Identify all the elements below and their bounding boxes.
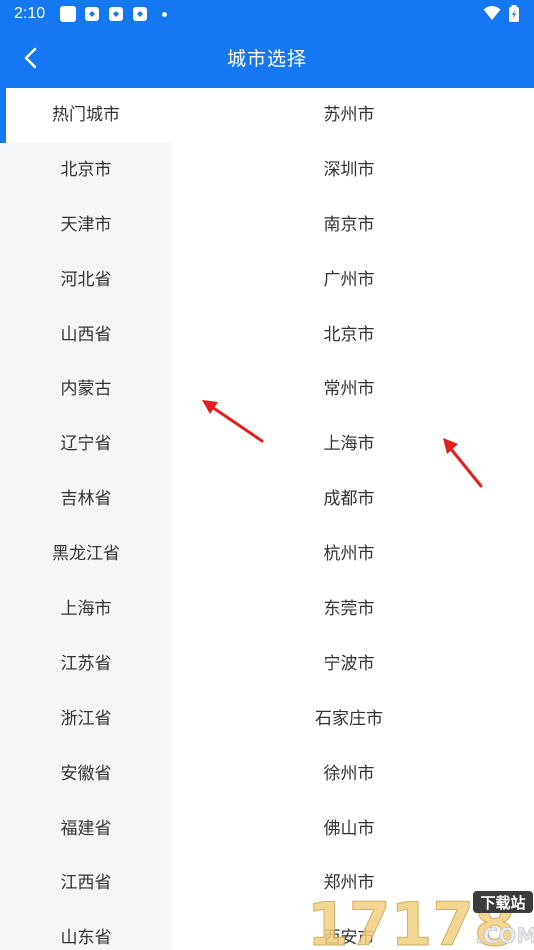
notification-app-icon — [133, 7, 147, 21]
province-item[interactable]: 浙江省 — [0, 692, 172, 747]
city-item[interactable]: 上海市 — [172, 417, 534, 472]
province-item[interactable]: 天津市 — [0, 198, 172, 253]
province-item[interactable]: 辽宁省 — [0, 417, 172, 472]
province-item[interactable]: 山东省 — [0, 911, 172, 950]
city-item[interactable]: 深圳市 — [172, 143, 534, 198]
notification-app-icon — [85, 7, 99, 21]
province-item[interactable]: 福建省 — [0, 802, 172, 857]
status-bar: 2:10 — [0, 0, 534, 28]
city-item[interactable]: 苏州市 — [172, 88, 534, 143]
province-item[interactable]: 安徽省 — [0, 747, 172, 802]
province-list[interactable]: 热门城市 北京市 天津市 河北省 山西省 内蒙古 辽宁省 吉林省 黑龙江省 上海市 江苏省 浙江省 安徽… — [0, 88, 172, 950]
city-item[interactable]: 常州市 — [172, 362, 534, 417]
province-item[interactable]: 山西省 — [0, 308, 172, 363]
watermark-suffix: .COM — [475, 924, 534, 948]
province-item[interactable]: 河北省 — [0, 253, 172, 308]
province-item[interactable]: 热门城市 — [0, 88, 172, 143]
city-item[interactable]: 徐州市 — [172, 747, 534, 802]
watermark-logo: 17178 下载站 .COM — [307, 890, 534, 950]
city-item[interactable]: 广州市 — [172, 253, 534, 308]
province-item[interactable]: 内蒙古 — [0, 362, 172, 417]
province-item[interactable]: 江西省 — [0, 856, 172, 911]
page-title: 城市选择 — [226, 48, 307, 70]
province-item[interactable]: 吉林省 — [0, 472, 172, 527]
city-item[interactable]: 北京市 — [172, 308, 534, 363]
status-time: 2:10 — [14, 5, 46, 22]
province-item[interactable]: 上海市 — [0, 582, 172, 637]
app-bar: 城市选择 — [0, 28, 534, 88]
battery-icon — [509, 5, 519, 22]
city-item[interactable]: 宁波市 — [172, 637, 534, 692]
more-notifications-dot-icon — [162, 12, 167, 17]
watermark-badge: 下载站 — [480, 894, 525, 912]
city-item[interactable]: 成都市 — [172, 472, 534, 527]
city-list[interactable]: 苏州市 深圳市 南京市 广州市 北京市 常州市 上海市 成都市 杭州市 东莞市 宁波市 石家庄市 徐州市… — [172, 88, 534, 950]
notification-square-icon — [60, 6, 76, 22]
wifi-icon — [483, 6, 501, 20]
city-item[interactable]: 石家庄市 — [172, 692, 534, 747]
province-item[interactable]: 江苏省 — [0, 637, 172, 692]
city-item[interactable]: 佛山市 — [172, 802, 534, 857]
notification-app-icon — [109, 7, 123, 21]
city-item[interactable]: 杭州市 — [172, 527, 534, 582]
province-item[interactable]: 黑龙江省 — [0, 527, 172, 582]
city-item[interactable]: 东莞市 — [172, 582, 534, 637]
city-item[interactable]: 南京市 — [172, 198, 534, 253]
province-item[interactable]: 北京市 — [0, 143, 172, 198]
